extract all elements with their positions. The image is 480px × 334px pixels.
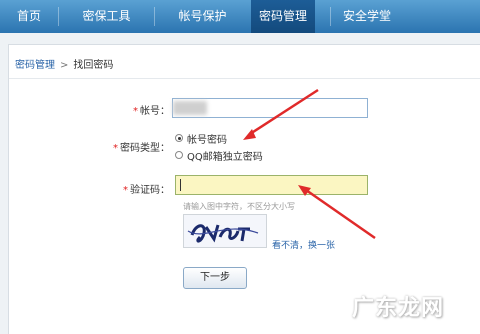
annotation-arrows	[243, 88, 376, 240]
arrow-to-captcha-input	[305, 188, 376, 240]
arrow-to-password-type	[249, 88, 319, 136]
watermark: 广东龙网	[352, 296, 445, 321]
arrow-head-icon	[298, 185, 311, 196]
